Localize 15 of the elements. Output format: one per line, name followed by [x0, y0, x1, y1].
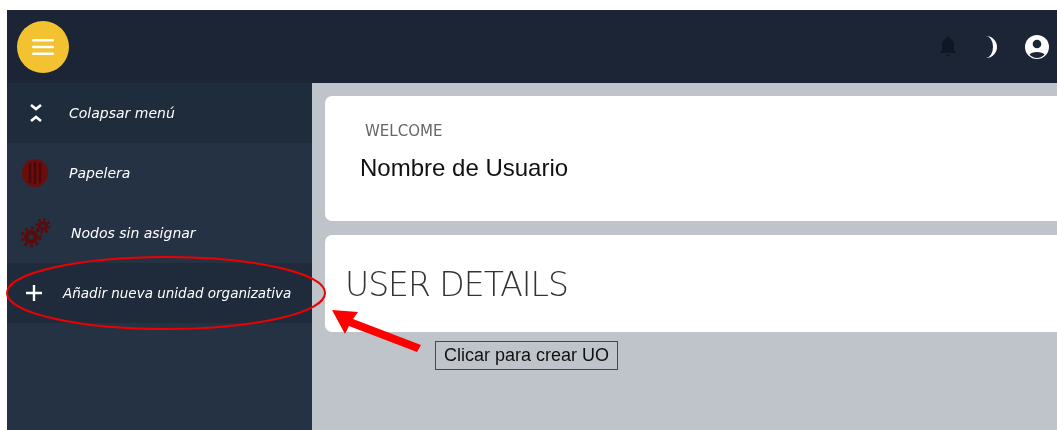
menu-button[interactable]	[17, 20, 69, 73]
welcome-caption: WELCOME	[365, 122, 443, 140]
plus-icon	[25, 284, 43, 302]
collapse-icon	[29, 103, 43, 123]
sidebar-item[interactable]: Papelera	[7, 143, 312, 203]
callout-label: Clicar para crear UO	[435, 341, 619, 370]
trash-icon	[21, 158, 49, 188]
details-title: USER DETAILS	[345, 265, 568, 304]
menu-icon	[32, 38, 54, 55]
gears-icon	[21, 218, 51, 248]
sidebar-item[interactable]: Colapsar menú	[7, 83, 312, 143]
sidebar-item[interactable]: Añadir nueva unidad organizativa	[7, 263, 312, 323]
user-name: Nombre de Usuario	[360, 154, 569, 182]
sidebar-item[interactable]: Nodos sin asignar	[7, 203, 312, 263]
user-icon[interactable]	[1025, 34, 1049, 59]
